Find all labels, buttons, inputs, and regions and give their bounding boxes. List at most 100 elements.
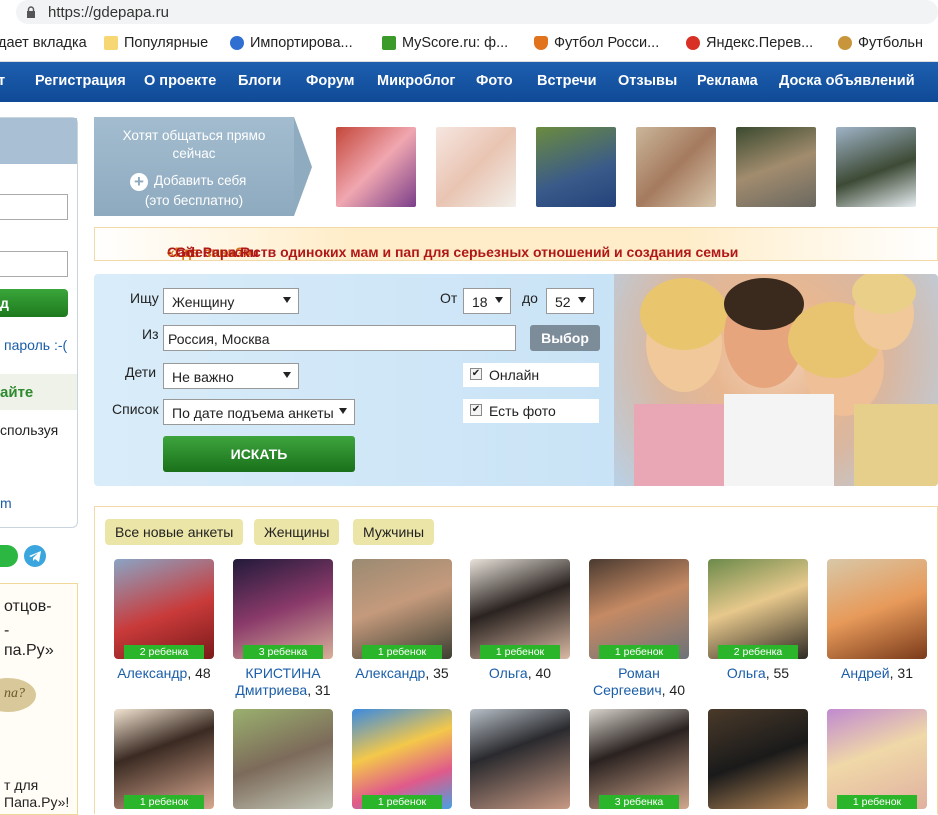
profile-photo[interactable] <box>708 709 808 809</box>
profile-photo[interactable]: 1 ребенок <box>470 559 570 659</box>
bookmark-label: MyScore.ru: ф... <box>402 35 509 51</box>
choose-city-button[interactable]: Выбор <box>530 325 600 351</box>
password-input[interactable] <box>0 251 68 277</box>
children-badge: 2 ребенка <box>124 645 204 659</box>
nav-item-ads[interactable]: Реклама <box>697 73 758 89</box>
telegram-icon[interactable] <box>24 545 46 567</box>
translate-icon <box>686 36 700 50</box>
bookmark-football[interactable]: Футбольн <box>838 35 923 51</box>
profile-photo[interactable] <box>827 559 927 659</box>
ad-logo-text: па? <box>4 686 25 701</box>
search-button[interactable]: ИСКАТЬ <box>163 436 355 472</box>
profile-name[interactable]: Александр, 48 <box>104 665 224 682</box>
profile-photo[interactable]: 3 ребенка <box>233 559 333 659</box>
online-user-photo[interactable] <box>536 127 616 207</box>
list-order-select[interactable]: По дате подъема анкеты <box>163 399 355 425</box>
profile-name-link[interactable]: Ольга <box>727 665 766 681</box>
profile-name-link[interactable]: Ольга <box>489 665 528 681</box>
profile-photo[interactable]: 1 ребенок <box>352 709 452 809</box>
profile-name-link[interactable]: Роман <box>618 665 660 681</box>
bookmark-football-russia[interactable]: Футбол Росси... <box>534 35 659 51</box>
online-user-photo[interactable] <box>736 127 816 207</box>
profile-name-link[interactable]: Александр <box>117 665 187 681</box>
profile-name-link[interactable]: КРИСТИНА <box>245 665 320 681</box>
bookmarks-bar: дает вкладка Популярные Импортирова... M… <box>0 26 938 62</box>
add-yourself-link[interactable]: Добавить себя <box>154 173 246 188</box>
age-from-value: 18 <box>472 294 488 310</box>
profile-photo[interactable]: 1 ребенок <box>589 559 689 659</box>
social-link[interactable]: m <box>0 495 12 511</box>
nav-item-forum[interactable]: Форум <box>306 73 355 89</box>
social-login-hint: спользуя <box>0 422 59 438</box>
login-button[interactable]: д <box>0 289 68 317</box>
profile-name[interactable]: КРИСТИНА Дмитриева, 31 <box>223 665 343 699</box>
bookmark-myscore[interactable]: MyScore.ru: ф... <box>382 35 508 51</box>
profile-name[interactable]: Александр, 35 <box>342 665 462 682</box>
profile-photo[interactable]: 1 ребенок <box>352 559 452 659</box>
url-text[interactable]: https://gdepapa.ru <box>48 4 169 21</box>
profile-photo[interactable]: 3 ребенка <box>589 709 689 809</box>
kids-select[interactable]: Не важно <box>163 363 299 389</box>
children-badge: 1 ребенок <box>362 645 442 659</box>
children-badge: 1 ребенок <box>599 645 679 659</box>
age-from-select[interactable]: 18 <box>463 288 511 314</box>
age-to-select[interactable]: 52 <box>546 288 594 314</box>
profile-name[interactable]: Роман Сергеевич, 40 <box>579 665 699 699</box>
forgot-password-link[interactable]: пароль :-( <box>4 337 67 353</box>
profile-name[interactable]: Андрей, 31 <box>817 665 937 682</box>
bookmark-popular[interactable]: Популярные <box>104 35 208 51</box>
nav-item-registration[interactable]: Регистрация <box>35 73 126 89</box>
left-ad-block[interactable]: отцов- - па.Ру» па? т для Папа.Ру»! <box>0 583 78 815</box>
login-input[interactable] <box>0 194 68 220</box>
bookmark-yandex-translate[interactable]: Яндекс.Перев... <box>686 35 813 51</box>
nav-item-microblog[interactable]: Микроблог <box>377 73 455 89</box>
profile-name-link[interactable]: Александр <box>355 665 425 681</box>
children-badge: 3 ребенка <box>243 645 323 659</box>
bookmark-label: дает вкладка <box>0 35 87 51</box>
age-from-label: От <box>440 290 458 306</box>
browser-address-bar[interactable]: https://gdepapa.ru <box>0 0 938 26</box>
photo-checkbox[interactable]: ✔ Есть фото <box>463 399 599 423</box>
tab-men[interactable]: Мужчины <box>353 519 435 545</box>
profile-age: , 31 <box>307 682 331 698</box>
nav-item-cut[interactable]: т <box>0 73 5 89</box>
profile-photo[interactable]: 1 ребенок <box>827 709 927 809</box>
profile-photo[interactable]: 2 ребенка <box>708 559 808 659</box>
online-user-photo[interactable] <box>636 127 716 207</box>
online-user-photo[interactable] <box>836 127 916 207</box>
nav-item-meetings[interactable]: Встречи <box>537 73 597 89</box>
nav-item-photo[interactable]: Фото <box>476 73 513 89</box>
nav-item-board[interactable]: Доска объявлений <box>779 73 915 89</box>
online-checkbox[interactable]: ✔ Онлайн <box>463 363 599 387</box>
online-user-photo[interactable] <box>336 127 416 207</box>
profile-photo[interactable]: 2 ребенка <box>114 559 214 659</box>
seek-select[interactable]: Женщину <box>163 288 299 314</box>
whatsapp-icon[interactable] <box>0 545 18 567</box>
profile-name-link[interactable]: Андрей <box>841 665 890 681</box>
bookmark-imported[interactable]: Импортирова... <box>230 35 353 51</box>
paper-plane-icon <box>29 551 41 562</box>
search-form: Ищу Женщину От 18 до 52 Из Россия, Москв… <box>94 274 938 486</box>
profile-photo[interactable] <box>470 709 570 809</box>
online-now-box: Хотят общаться прямо сейчас + Добавить с… <box>94 117 312 216</box>
bookmark-tab[interactable]: дает вкладка <box>0 35 87 51</box>
profile-photo[interactable] <box>233 709 333 809</box>
profile-name[interactable]: Ольга, 55 <box>698 665 818 682</box>
profile-age: , 55 <box>765 665 790 681</box>
profile-photo[interactable]: 1 ребенок <box>114 709 214 809</box>
online-user-photo[interactable] <box>436 127 516 207</box>
tab-women[interactable]: Женщины <box>254 519 340 545</box>
profile-name-link-2[interactable]: Сергеевич <box>593 682 662 698</box>
profile-age: , 48 <box>187 665 211 681</box>
profile-age: , 31 <box>889 665 913 681</box>
shield-icon <box>534 36 548 50</box>
tab-all-new[interactable]: Все новые анкеты <box>105 519 244 545</box>
city-input[interactable]: Россия, Москва <box>163 325 516 351</box>
profile-name-link-2[interactable]: Дмитриева <box>235 682 307 698</box>
nav-item-blogs[interactable]: Блоги <box>238 73 281 89</box>
profile-name[interactable]: Ольга, 40 <box>460 665 580 682</box>
nav-item-about[interactable]: О проекте <box>144 73 216 89</box>
ad-line: отцов- <box>4 598 52 615</box>
plus-icon[interactable]: + <box>130 173 148 191</box>
nav-item-reviews[interactable]: Отзывы <box>618 73 677 89</box>
